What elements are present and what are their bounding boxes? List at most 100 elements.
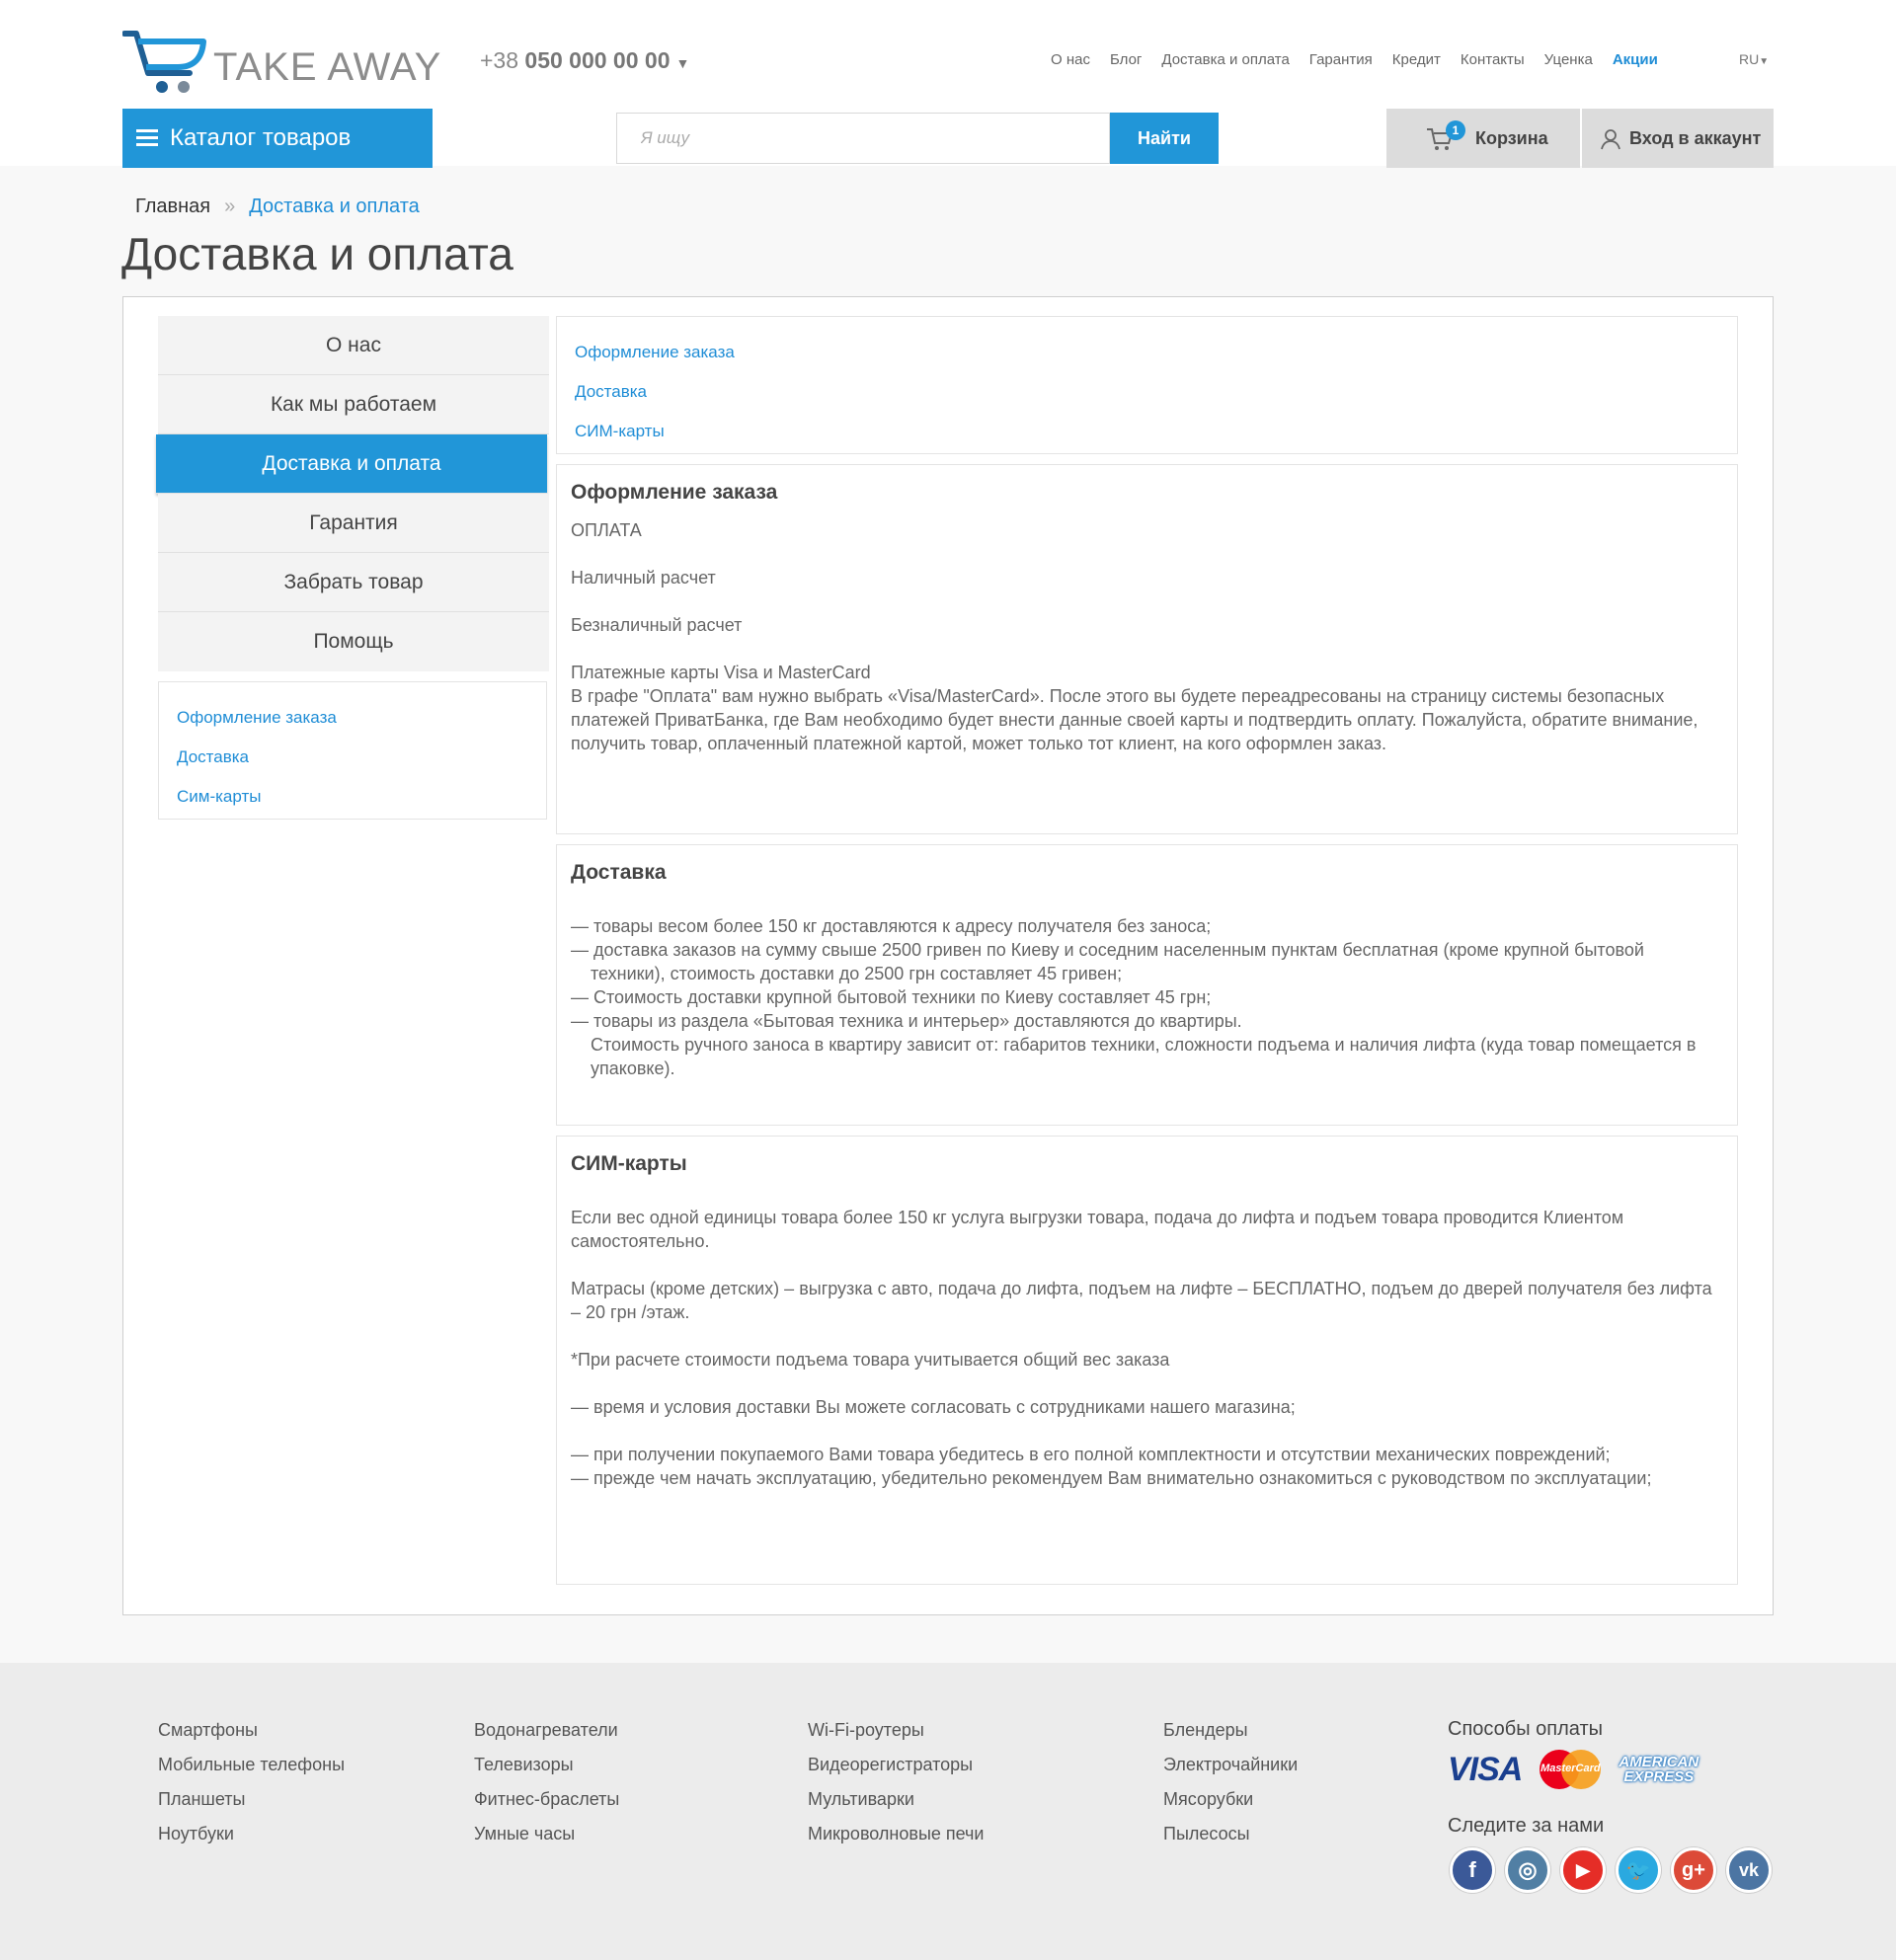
phone-number[interactable]: +38 050 000 00 00 ▼ <box>480 47 689 74</box>
login-label: Вход в аккаунт <box>1629 127 1762 148</box>
nav-warranty[interactable]: Гарантия <box>1309 51 1373 68</box>
footer-link[interactable]: Пылесосы <box>1163 1817 1298 1851</box>
twitter-icon[interactable]: 🐦 <box>1616 1847 1661 1893</box>
search-button[interactable]: Найти <box>1110 113 1219 164</box>
footer-column-2: Водонагреватели Телевизоры Фитнес-брасле… <box>474 1713 619 1851</box>
nav-credit[interactable]: Кредит <box>1392 51 1441 68</box>
vk-icon[interactable]: vk <box>1726 1847 1772 1893</box>
sim-paragraph: Матрасы (кроме детских) – выгрузка с авт… <box>571 1279 1712 1322</box>
phone-prefix: +38 <box>480 47 519 73</box>
follow-us-title: Следите за нами <box>1448 1815 1605 1837</box>
sidebar-link-order[interactable]: Оформление заказа <box>177 698 528 738</box>
footer-link[interactable]: Мультиварки <box>808 1782 984 1817</box>
social-links: f ◎ ▶ 🐦 g+ vk <box>1450 1847 1781 1893</box>
footer-column-4: Блендеры Электрочайники Мясорубки Пылесо… <box>1163 1713 1298 1851</box>
payment-heading: ОПЛАТА <box>571 520 642 540</box>
sim-paragraph: Если вес одной единицы товара более 150 … <box>571 1208 1624 1251</box>
delivery-line: — товары из раздела «Бытовая техника и и… <box>571 1011 1242 1031</box>
toc-link-delivery[interactable]: Доставка <box>575 372 1719 412</box>
search-box <box>616 113 1110 164</box>
menu-icon <box>136 129 158 147</box>
visa-logo: VISA <box>1448 1750 1523 1788</box>
toc-link-sim[interactable]: СИМ-карты <box>575 412 1719 451</box>
section-sim: СИМ-карты Если вес одной единицы товара … <box>556 1136 1738 1585</box>
delivery-line: Стоимость ручного заноса в квартиру зави… <box>591 1035 1697 1078</box>
breadcrumb: Главная » Доставка и оплата <box>135 196 420 218</box>
sidebar-item-about[interactable]: О нас <box>158 316 549 375</box>
site-logo[interactable]: TAKE AWAY <box>122 28 440 99</box>
nav-blog[interactable]: Блог <box>1110 51 1142 68</box>
footer-link[interactable]: Телевизоры <box>474 1748 619 1782</box>
instagram-icon[interactable]: ◎ <box>1505 1847 1550 1893</box>
nav-about[interactable]: О нас <box>1051 51 1090 68</box>
payment-methods-title: Способы оплаты <box>1448 1718 1603 1740</box>
site-header: TAKE AWAY +38 050 000 00 00 ▼ О нас Блог … <box>0 0 1896 168</box>
footer-column-1: Смартфоны Мобильные телефоны Планшеты Но… <box>158 1713 345 1851</box>
sidebar-item-delivery-payment[interactable]: Доставка и оплата <box>156 434 547 494</box>
toc-link-order[interactable]: Оформление заказа <box>575 333 1719 372</box>
cart-count-badge: 1 <box>1446 120 1465 140</box>
amex-logo-line2: EXPRESS <box>1623 1768 1695 1785</box>
chevron-down-icon: ▼ <box>675 55 690 71</box>
sidebar-item-warranty[interactable]: Гарантия <box>158 494 549 553</box>
section-order-title: Оформление заказа <box>571 481 778 504</box>
google-plus-icon[interactable]: g+ <box>1671 1847 1716 1893</box>
mastercard-logo: MasterCard <box>1540 1750 1602 1789</box>
footer-link[interactable]: Ноутбуки <box>158 1817 345 1851</box>
facebook-icon[interactable]: f <box>1450 1847 1495 1893</box>
sidebar-item-pickup[interactable]: Забрать товар <box>158 553 549 612</box>
breadcrumb-home[interactable]: Главная <box>135 196 210 217</box>
footer-link[interactable]: Электрочайники <box>1163 1748 1298 1782</box>
login-button[interactable]: Вход в аккаунт <box>1582 109 1774 168</box>
sidebar-link-sim[interactable]: Сим-карты <box>177 777 528 817</box>
phone-digits: 050 000 00 00 <box>524 47 671 73</box>
sidebar-anchor-links: Оформление заказа Доставка Сим-карты <box>158 681 547 820</box>
section-order: Оформление заказа ОПЛАТА Наличный расчет… <box>556 464 1738 834</box>
section-sim-title: СИМ-карты <box>571 1152 687 1175</box>
nav-promotions[interactable]: Акции <box>1613 51 1658 68</box>
search-input[interactable] <box>617 114 1109 163</box>
footer-link[interactable]: Мобильные телефоны <box>158 1748 345 1782</box>
footer-link[interactable]: Мясорубки <box>1163 1782 1298 1817</box>
payment-cash: Наличный расчет <box>571 568 716 588</box>
table-of-contents: Оформление заказа Доставка СИМ-карты <box>556 316 1738 454</box>
logo-text: TAKE AWAY <box>213 45 442 89</box>
section-delivery-title: Доставка <box>571 861 667 884</box>
mastercard-logo-text: MasterCard <box>1540 1763 1601 1774</box>
footer-link[interactable]: Микроволновые печи <box>808 1817 984 1851</box>
sim-paragraph: — при получении покупаемого Вами товара … <box>571 1445 1611 1464</box>
footer-link[interactable]: Wi-Fi-роутеры <box>808 1713 984 1748</box>
footer-link[interactable]: Умные часы <box>474 1817 619 1851</box>
language-selector[interactable]: RU▼ <box>1739 51 1769 67</box>
payment-cards-title: Платежные карты Visa и MasterCard <box>571 663 871 682</box>
amex-logo-line1: AMERICAN <box>1619 1754 1699 1770</box>
chevron-down-icon: ▼ <box>1759 56 1770 67</box>
footer-link[interactable]: Смартфоны <box>158 1713 345 1748</box>
payment-cards-text: В графе "Оплата" вам нужно выбрать «Visa… <box>571 686 1698 753</box>
cart-button[interactable]: 1 Корзина <box>1386 109 1580 168</box>
footer-link[interactable]: Фитнес-браслеты <box>474 1782 619 1817</box>
delivery-line: — доставка заказов на сумму свыше 2500 г… <box>571 940 1644 983</box>
footer-link[interactable]: Блендеры <box>1163 1713 1298 1748</box>
sidebar-link-delivery[interactable]: Доставка <box>177 738 528 777</box>
page-title: Доставка и оплата <box>121 228 514 279</box>
sim-paragraph: *При расчете стоимости подъема товара уч… <box>571 1350 1170 1370</box>
youtube-icon[interactable]: ▶ <box>1560 1847 1606 1893</box>
footer-link[interactable]: Видеорегистраторы <box>808 1748 984 1782</box>
sidebar-item-help[interactable]: Помощь <box>158 612 549 671</box>
catalog-button[interactable]: Каталог товаров <box>122 109 433 168</box>
nav-markdown[interactable]: Уценка <box>1544 51 1593 68</box>
nav-contacts[interactable]: Контакты <box>1461 51 1525 68</box>
cart-logo-icon <box>122 31 206 93</box>
sidebar-item-how-we-work[interactable]: Как мы работаем <box>158 375 549 434</box>
section-delivery: Доставка — товары весом более 150 кг дос… <box>556 844 1738 1126</box>
footer-link[interactable]: Водонагреватели <box>474 1713 619 1748</box>
delivery-line: — Стоимость доставки крупной бытовой тех… <box>571 987 1212 1007</box>
amex-logo: AMERICAN EXPRESS <box>1619 1755 1698 1784</box>
breadcrumb-current[interactable]: Доставка и оплата <box>249 196 420 217</box>
nav-delivery[interactable]: Доставка и оплата <box>1161 51 1289 68</box>
cart-label: Корзина <box>1475 127 1548 148</box>
sidebar-menu: О нас Как мы работаем Доставка и оплата … <box>156 316 549 671</box>
footer-link[interactable]: Планшеты <box>158 1782 345 1817</box>
footer-column-3: Wi-Fi-роутеры Видеорегистраторы Мультива… <box>808 1713 984 1851</box>
